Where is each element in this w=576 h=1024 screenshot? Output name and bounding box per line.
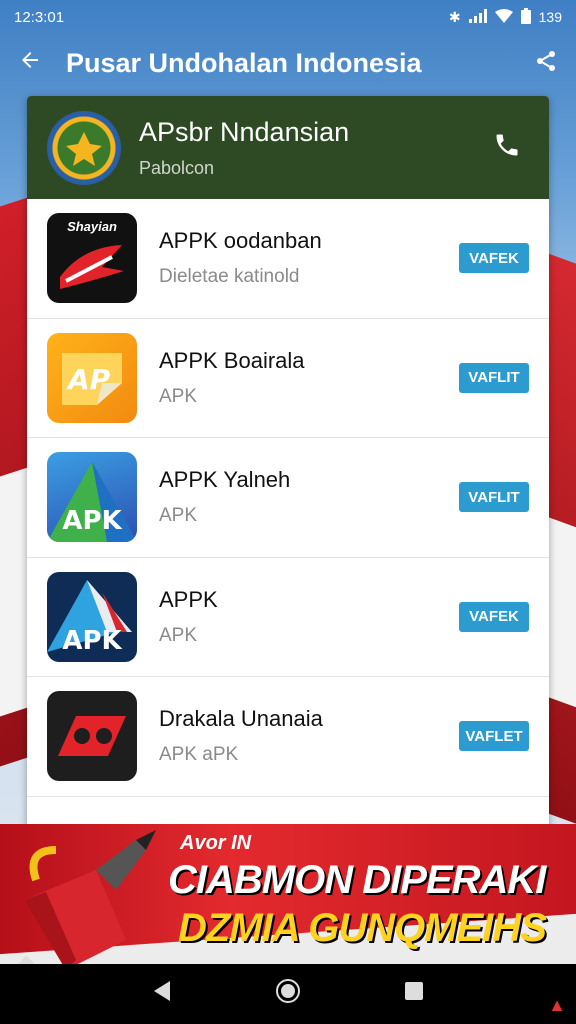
- app-list: Shayian APPK oodanban Dieletae katinold …: [27, 199, 549, 797]
- emblem-logo: [47, 110, 121, 185]
- back-arrow-icon[interactable]: [18, 48, 50, 79]
- list-item[interactable]: AP APPK Boairala APK VAFLIT: [27, 319, 549, 438]
- app-logo-icon: AP: [47, 332, 137, 423]
- app-subtitle: APK aPK: [159, 744, 239, 766]
- bluetooth-icon: ✱: [448, 8, 461, 25]
- list-item[interactable]: APK APPK Yalneh APK VAFLIT: [27, 438, 549, 558]
- status-icons: ✱ 139: [448, 7, 562, 27]
- recents-square-icon[interactable]: [404, 981, 424, 1007]
- status-bar: 12:3:01 ✱ 139: [0, 0, 576, 34]
- app-subtitle: Dieletae katinold: [159, 266, 300, 288]
- battery-level: 139: [538, 9, 562, 25]
- app-name: APPK: [159, 586, 218, 612]
- banner-subheadline: DZMIA GUNQMEIHS: [178, 906, 547, 950]
- install-button[interactable]: VAFLIT: [459, 482, 529, 513]
- system-nav-bar: ▲: [0, 964, 576, 1024]
- battery-icon: [520, 7, 531, 27]
- status-time: 12:3:01: [14, 8, 65, 26]
- banner-eyebrow: Avor IN: [180, 832, 252, 854]
- back-triangle-icon[interactable]: [152, 980, 172, 1008]
- app-subtitle: APK: [159, 385, 198, 407]
- share-icon[interactable]: [526, 49, 558, 78]
- app-logo-icon: APK: [47, 452, 137, 543]
- app-name: APPK Yalneh: [159, 467, 291, 493]
- app-text: APPK APK: [137, 587, 459, 647]
- phone-icon[interactable]: [493, 131, 529, 164]
- signal-icon: [468, 8, 487, 26]
- svg-text:AP: AP: [66, 363, 111, 396]
- app-text: APPK oodanban Dieletae katinold: [137, 228, 459, 288]
- app-text: Drakala Unanaia APK aPK: [137, 706, 459, 766]
- header-text: APsbr Nndansian Pabolcon: [121, 117, 493, 179]
- app-text: APPK Boairala APK: [137, 348, 459, 408]
- home-circle-icon[interactable]: [275, 978, 301, 1010]
- app-subtitle: APK: [159, 505, 198, 527]
- app-name: Drakala Unanaia: [159, 706, 323, 732]
- app-bar: Pusar Undohalan Indonesia: [0, 34, 576, 92]
- card-header: APsbr Nndansian Pabolcon: [27, 96, 549, 199]
- install-button[interactable]: VAFLET: [459, 721, 529, 752]
- banner-headline: CIABMON DIPERAKI: [168, 858, 546, 902]
- pen-mascot-icon: [6, 830, 166, 985]
- install-button[interactable]: VAFEK: [459, 243, 529, 274]
- app-text: APPK Yalneh APK: [137, 467, 459, 527]
- app-name: APPK Boairala: [159, 347, 305, 373]
- install-button[interactable]: VAFLIT: [459, 362, 529, 393]
- install-button[interactable]: VAFEK: [459, 601, 529, 632]
- corner-badge-icon: ▲: [548, 995, 566, 1015]
- header-title: APsbr Nndansian: [139, 116, 350, 147]
- app-subtitle: APK: [159, 624, 198, 646]
- list-item[interactable]: Shayian APPK oodanban Dieletae katinold …: [27, 199, 549, 319]
- list-item[interactable]: Drakala Unanaia APK aPK VAFLET: [27, 677, 549, 797]
- app-name: APPK oodanban: [159, 228, 322, 254]
- list-item[interactable]: APK APPK APK VAFEK: [27, 558, 549, 677]
- app-logo-icon: [47, 691, 137, 782]
- app-list-card: APsbr Nndansian Pabolcon Shayian APPK oo…: [27, 96, 549, 856]
- app-logo-icon: APK: [47, 571, 137, 662]
- header-subtitle: Pabolcon: [139, 157, 215, 178]
- page-title: Pusar Undohalan Indonesia: [66, 47, 422, 78]
- wifi-icon: [494, 8, 513, 26]
- app-logo-icon: Shayian: [47, 213, 137, 304]
